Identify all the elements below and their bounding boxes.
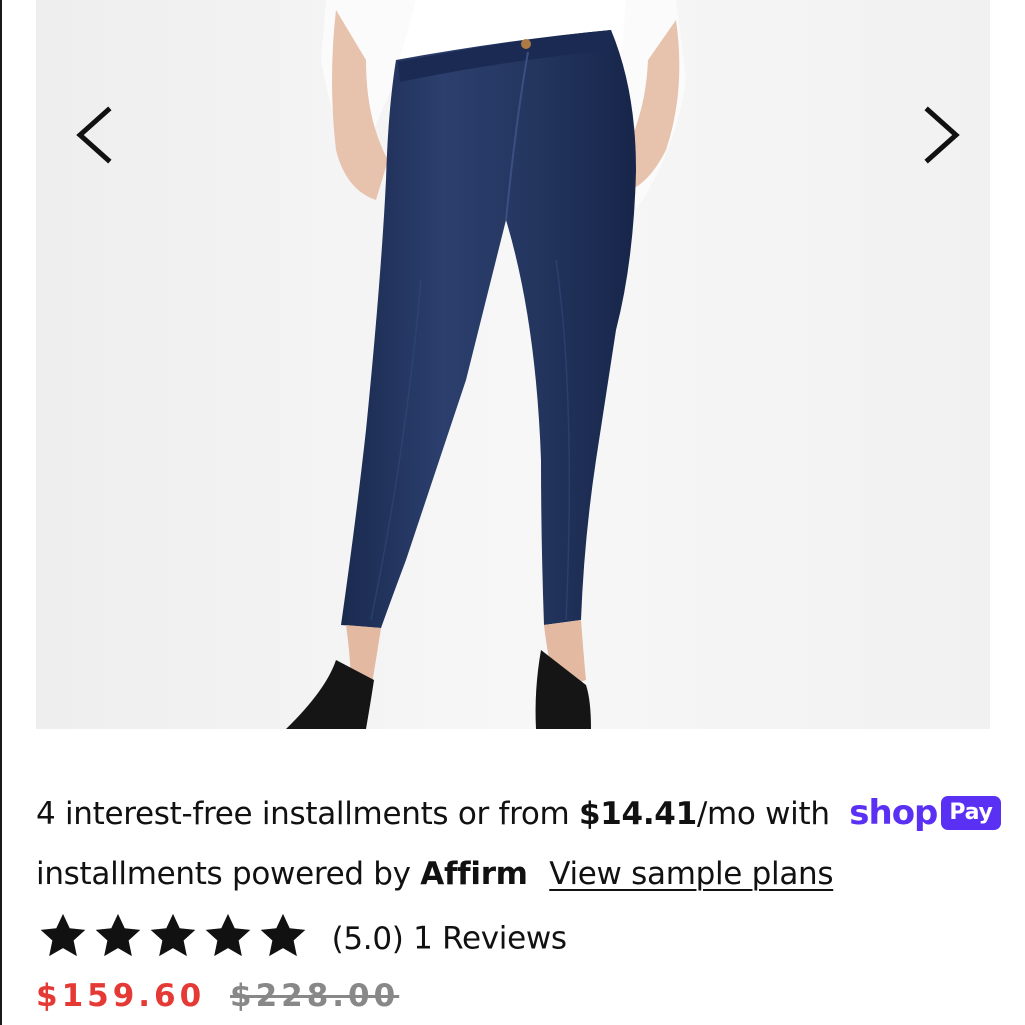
shop-pay-installments: 4 interest-free installments or from $14… bbox=[36, 792, 1001, 836]
rating-stars bbox=[36, 910, 310, 962]
star-icon bbox=[150, 913, 196, 957]
affirm-installments: installments powered by Affirm View samp… bbox=[36, 854, 834, 894]
product-price: $159.60 $228.00 bbox=[36, 978, 399, 1014]
previous-image-button[interactable] bbox=[68, 100, 128, 170]
star-icon bbox=[260, 913, 306, 957]
star-icon bbox=[205, 913, 251, 957]
installments-suffix: /mo with bbox=[696, 796, 830, 832]
review-count[interactable]: 1 Reviews bbox=[413, 921, 567, 957]
installment-amount: $14.41 bbox=[579, 796, 697, 832]
star-icon bbox=[40, 913, 86, 957]
installments-prefix: 4 interest-free installments or from bbox=[36, 796, 570, 832]
left-edge-rule bbox=[0, 0, 2, 1025]
rating-score: (5.0) bbox=[331, 920, 404, 957]
chevron-left-icon bbox=[76, 106, 112, 164]
shop-pay-logo-pay: Pay bbox=[941, 795, 1001, 830]
star-icon bbox=[95, 913, 141, 957]
product-rating[interactable]: (5.0) 1 Reviews bbox=[36, 913, 567, 966]
chevron-right-icon bbox=[924, 106, 960, 164]
affirm-prefix: installments powered by bbox=[36, 856, 411, 892]
sale-price: $159.60 bbox=[36, 978, 206, 1014]
shop-pay-logo[interactable]: shop Pay bbox=[849, 792, 1001, 833]
original-price: $228.00 bbox=[230, 978, 400, 1014]
affirm-logo: Affirm bbox=[420, 856, 528, 892]
shop-pay-logo-shop: shop bbox=[849, 792, 938, 833]
view-sample-plans-link[interactable]: View sample plans bbox=[549, 856, 833, 892]
next-image-button[interactable] bbox=[908, 100, 968, 170]
product-photo bbox=[36, 0, 990, 729]
product-image-gallery[interactable] bbox=[36, 0, 990, 729]
